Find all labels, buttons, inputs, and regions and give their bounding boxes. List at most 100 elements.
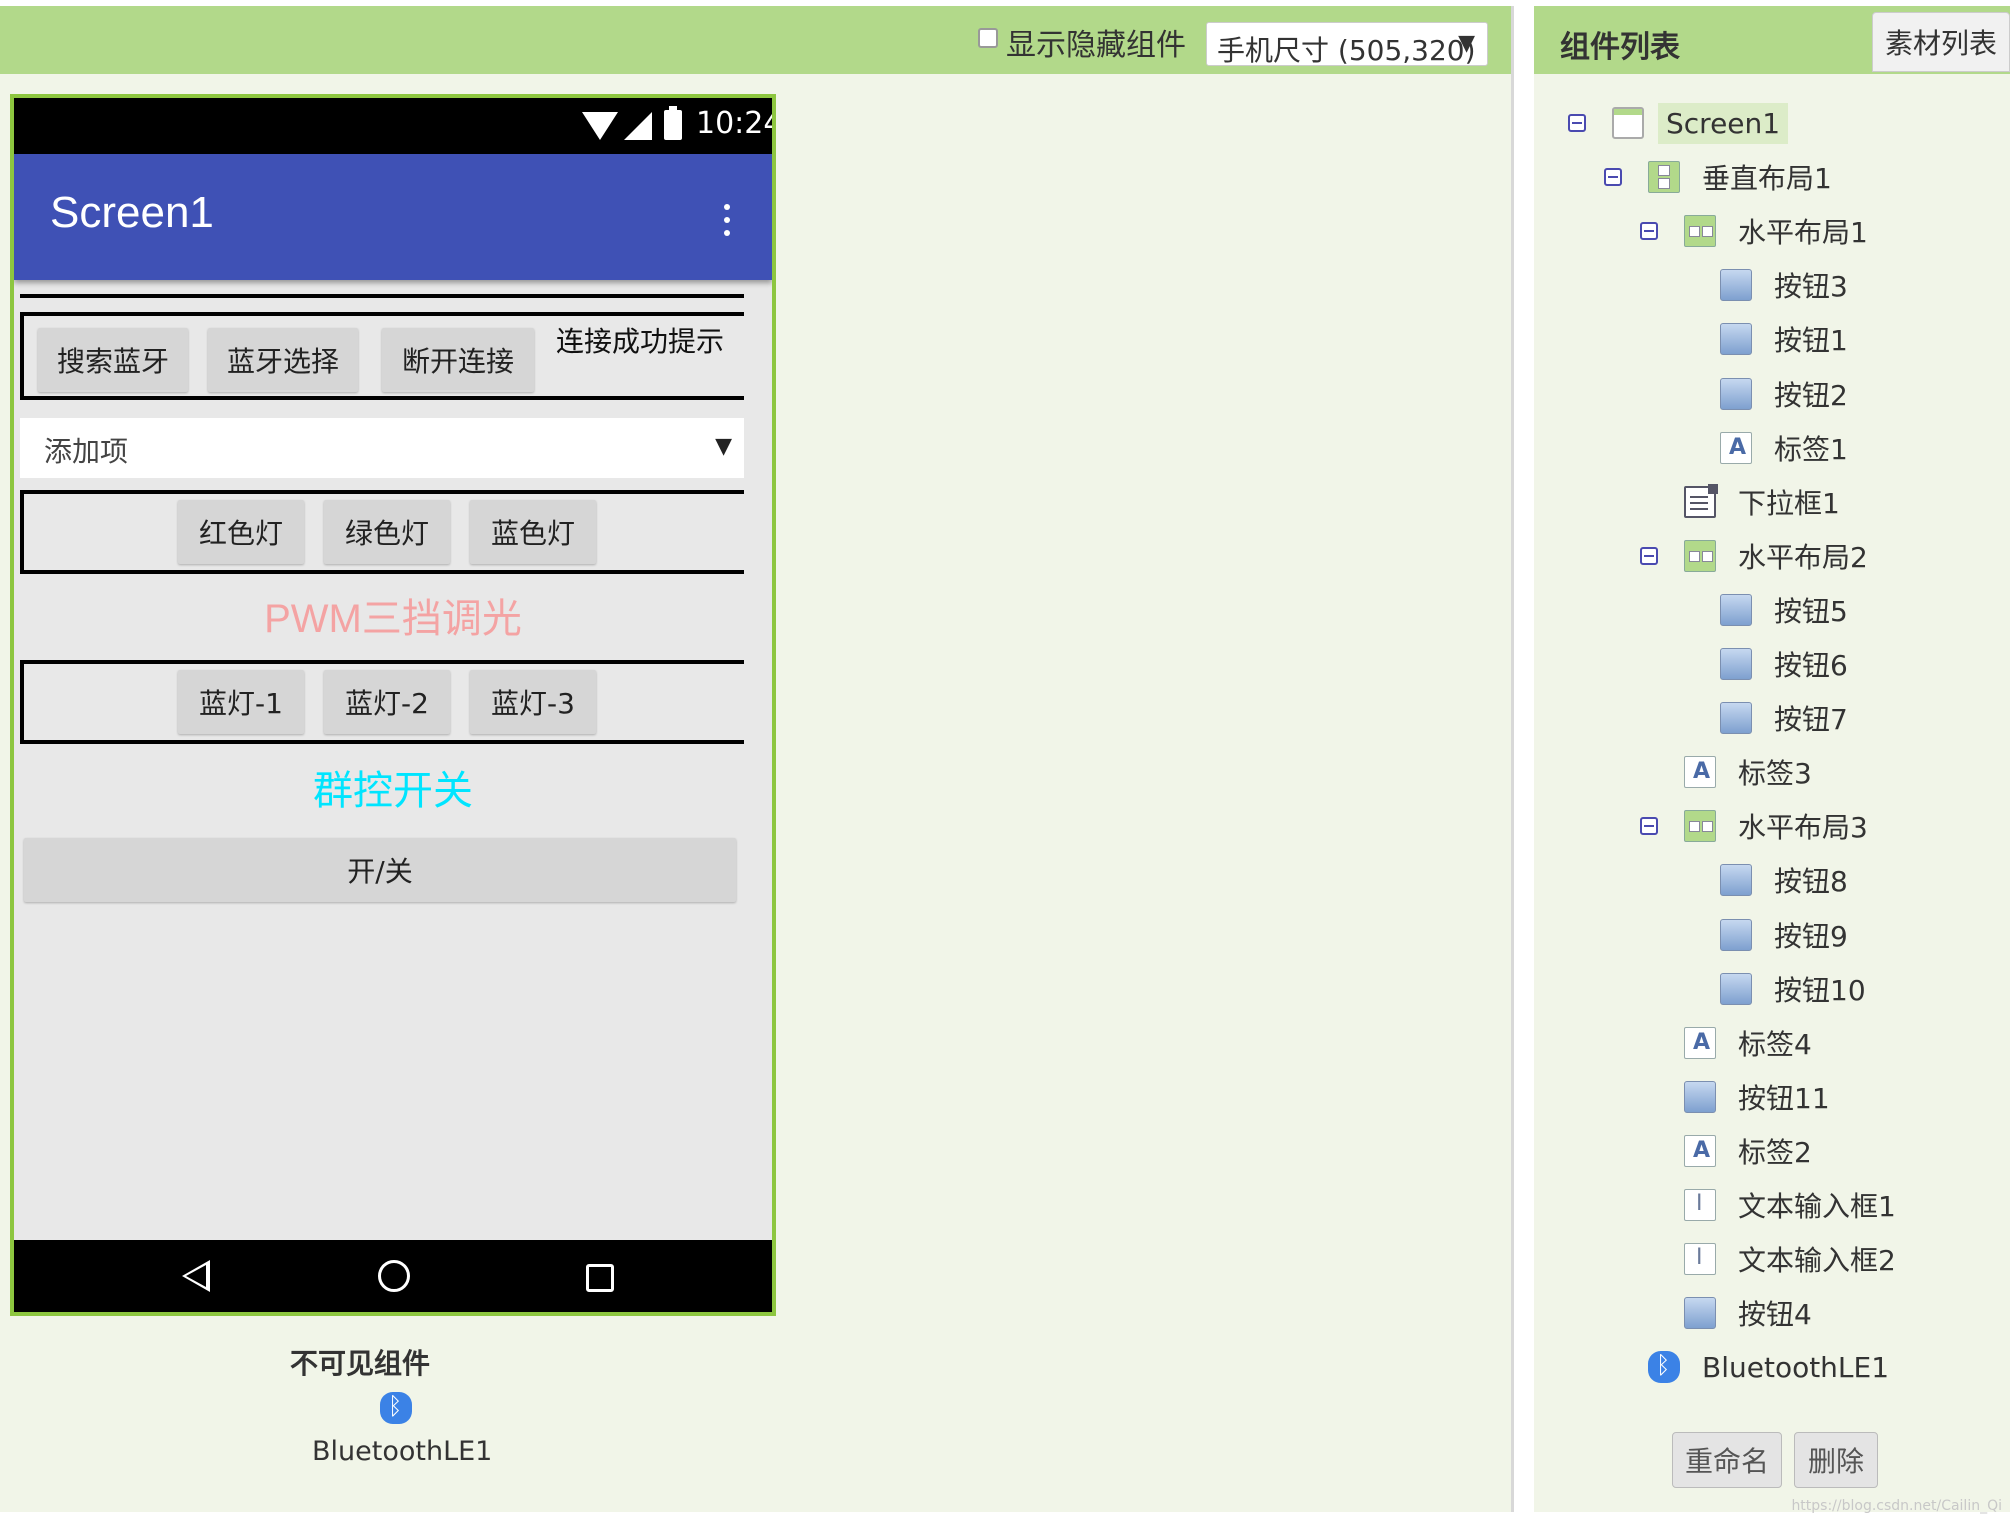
tree-item[interactable]: BluetoothLE1 — [1648, 1342, 1897, 1392]
blue-light-1-button[interactable]: 蓝灯-1 — [178, 670, 304, 734]
collapse-toggle-icon[interactable] — [1604, 168, 1622, 186]
tree-item[interactable]: 垂直布局1 — [1648, 152, 1840, 202]
tree-item[interactable]: 标签2 — [1684, 1126, 1820, 1176]
button-icon — [1720, 378, 1752, 410]
viewer-panel: 显示隐藏组件 手机尺寸 (505,320) ▼ 10:24 Screen1 搜索… — [0, 6, 1514, 1512]
horizontal-layout-icon — [1684, 540, 1716, 572]
textbox-icon — [1684, 1243, 1716, 1275]
app-bar[interactable]: Screen1 — [14, 154, 772, 280]
tree-item-label: 按钮11 — [1738, 1082, 1830, 1115]
show-hidden-label[interactable]: 显示隐藏组件 — [1006, 20, 1186, 64]
tree-item[interactable]: 文本输入框1 — [1684, 1180, 1904, 1230]
button-icon — [1684, 1297, 1716, 1329]
tree-item-label: 标签3 — [1738, 757, 1812, 790]
tree-item[interactable]: 按钮11 — [1684, 1072, 1838, 1122]
group-switch-label: 群控开关 — [313, 768, 473, 814]
button-icon — [1720, 269, 1752, 301]
label-icon — [1684, 1027, 1716, 1059]
pwm-dimming-label: PWM三挡调光 — [264, 597, 522, 641]
tree-item[interactable]: 按钮7 — [1720, 693, 1856, 743]
tree-item[interactable]: 标签1 — [1720, 423, 1856, 473]
hlayout2-border-top — [20, 490, 744, 494]
tree-item-label: Screen1 — [1658, 102, 1789, 144]
tree-item-label: 按钮6 — [1774, 649, 1848, 682]
tree-item[interactable]: 按钮1 — [1720, 314, 1856, 364]
overflow-menu-icon[interactable] — [724, 204, 730, 236]
tree-item-label: 标签4 — [1738, 1028, 1812, 1061]
green-light-button[interactable]: 绿色灯 — [324, 500, 450, 564]
tree-item[interactable]: 水平布局2 — [1684, 531, 1876, 581]
tree-item[interactable]: 下拉框1 — [1684, 477, 1848, 527]
hlayout3-border-bottom — [20, 740, 744, 744]
tree-item[interactable]: 按钮6 — [1720, 639, 1856, 689]
back-icon[interactable] — [182, 1260, 210, 1292]
nonvisible-bluetooth-name[interactable]: BluetoothLE1 — [312, 1436, 492, 1467]
tree-item[interactable]: 按钮9 — [1720, 910, 1856, 960]
blue-light-3-button[interactable]: 蓝灯-3 — [470, 670, 596, 734]
bluetooth-icon — [1648, 1351, 1680, 1383]
tree-item-label: 按钮5 — [1774, 595, 1848, 628]
tree-item[interactable]: 标签3 — [1684, 747, 1820, 797]
tree-item[interactable]: 按钮2 — [1720, 369, 1856, 419]
horizontal-layout-icon — [1684, 215, 1716, 247]
dropdown-arrow-icon: ▼ — [715, 434, 732, 459]
components-title: 组件列表 — [1560, 30, 1680, 65]
button-icon — [1720, 594, 1752, 626]
button-icon — [1720, 973, 1752, 1005]
search-bluetooth-button[interactable]: 搜索蓝牙 — [38, 328, 188, 392]
bluetooth-select-button[interactable]: 蓝牙选择 — [208, 328, 358, 392]
tree-item[interactable]: 按钮5 — [1720, 585, 1856, 635]
tree-item[interactable]: 按钮8 — [1720, 855, 1856, 905]
tree-item[interactable]: 按钮4 — [1684, 1288, 1820, 1338]
tree-item[interactable]: 标签4 — [1684, 1018, 1820, 1068]
tree-item-label: 标签1 — [1774, 433, 1848, 466]
bluetooth-icon[interactable] — [380, 1392, 412, 1424]
tree-item[interactable]: Screen1 — [1612, 98, 1789, 148]
blue-light-button[interactable]: 蓝色灯 — [470, 500, 596, 564]
hlayout1-border-left — [20, 312, 24, 400]
rename-button[interactable]: 重命名 — [1672, 1432, 1782, 1488]
vertical-layout-icon — [1648, 161, 1680, 193]
delete-button[interactable]: 删除 — [1794, 1432, 1878, 1488]
show-hidden-checkbox[interactable] — [978, 28, 998, 48]
tree-item[interactable]: 按钮3 — [1720, 260, 1856, 310]
connect-success-label: 连接成功提示 — [556, 325, 725, 358]
add-item-spinner[interactable]: 添加项 ▼ — [20, 418, 744, 478]
on-off-button[interactable]: 开/关 — [24, 838, 736, 902]
tree-item-label: 水平布局3 — [1738, 811, 1868, 844]
tree-item-label: 标签2 — [1738, 1136, 1812, 1169]
nonvisible-title: 不可见组件 — [290, 1347, 431, 1380]
components-panel: 组件列表 素材列表 Screen1 垂直布局1 水平布局1 按钮3 按钮1 按钮2 标签1 下… — [1534, 6, 2010, 1512]
nav-bar — [14, 1240, 772, 1312]
red-light-button[interactable]: 红色灯 — [178, 500, 304, 564]
tree-item[interactable]: 文本输入框2 — [1684, 1234, 1904, 1284]
tree-item[interactable]: 水平布局3 — [1684, 801, 1876, 851]
blue-light-2-button[interactable]: 蓝灯-2 — [324, 670, 450, 734]
tree-item-label: BluetoothLE1 — [1702, 1350, 1890, 1384]
hlayout2-border-bottom — [20, 570, 744, 574]
tree-item[interactable]: 按钮10 — [1720, 964, 1874, 1014]
tree-item-label: 下拉框1 — [1738, 487, 1840, 520]
button-icon — [1684, 1081, 1716, 1113]
collapse-toggle-icon[interactable] — [1640, 222, 1658, 240]
collapse-toggle-icon[interactable] — [1568, 114, 1586, 132]
status-bar: 10:24 — [14, 98, 772, 154]
phone-size-select[interactable]: 手机尺寸 (505,320) ▼ — [1206, 22, 1488, 67]
tree-item-label: 水平布局2 — [1738, 541, 1868, 574]
phone-size-value: 手机尺寸 (505,320) — [1217, 34, 1476, 67]
tree-item-label: 按钮8 — [1774, 865, 1848, 898]
collapse-toggle-icon[interactable] — [1640, 817, 1658, 835]
assets-tab[interactable]: 素材列表 — [1872, 12, 2010, 72]
tree-item[interactable]: 水平布局1 — [1684, 206, 1876, 256]
tree-item-label: 按钮3 — [1774, 270, 1848, 303]
disconnect-button[interactable]: 断开连接 — [382, 328, 534, 392]
home-icon[interactable] — [378, 1260, 410, 1292]
textbox-icon — [1684, 1189, 1716, 1221]
collapse-toggle-icon[interactable] — [1640, 547, 1658, 565]
recent-apps-icon[interactable] — [586, 1264, 614, 1292]
tree-item-label: 垂直布局1 — [1702, 162, 1832, 195]
status-time: 10:24 — [696, 106, 776, 141]
hlayout3-border-top — [20, 660, 744, 664]
hlayout1-border-bottom — [20, 396, 744, 400]
button-icon — [1720, 702, 1752, 734]
